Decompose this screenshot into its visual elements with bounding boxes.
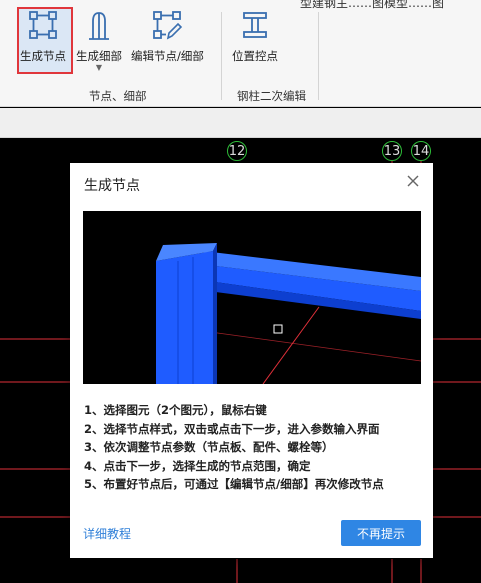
i-beam-icon bbox=[237, 8, 273, 42]
column-detail-icon bbox=[81, 8, 117, 42]
chevron-down-icon[interactable]: ▼ bbox=[96, 64, 102, 72]
edit-node-detail-button[interactable]: 编辑节点/细部 bbox=[131, 8, 204, 64]
ribbon-top-text: 型建钢主……图模型……图 bbox=[300, 0, 445, 10]
generate-detail-label: 生成细部 bbox=[76, 49, 122, 63]
dont-show-again-button[interactable]: 不再提示 bbox=[341, 520, 421, 546]
generate-node-dialog: 生成节点 1、选择图元（2个图元），鼠标右键 2、选择节点样式，双击或点击下一步… bbox=[70, 163, 433, 558]
group-label-node-detail: 节点、细部 bbox=[89, 89, 147, 103]
step-item: 4、点击下一步，选择生成的节点范围，确定 bbox=[84, 458, 311, 473]
edit-node-icon bbox=[149, 8, 185, 42]
instruction-steps: 1、选择图元（2个图元），鼠标右键 2、选择节点样式，双击或点击下一步，进入参数… bbox=[84, 401, 424, 494]
tutorial-preview-image bbox=[83, 211, 421, 384]
generate-node-label: 生成节点 bbox=[20, 49, 66, 63]
step-item: 2、选择节点样式，双击或点击下一步，进入参数输入界面 bbox=[84, 421, 380, 436]
tutorial-link[interactable]: 详细教程 bbox=[83, 525, 131, 542]
ribbon-toolbar: 型建钢主……图模型……图 生成节点 生成细部 ▼ 编辑节点/细部 位置控点 节点… bbox=[0, 0, 481, 107]
position-control-label: 位置控点 bbox=[232, 49, 278, 63]
node-grid-icon bbox=[25, 8, 61, 42]
dialog-title: 生成节点 bbox=[84, 178, 140, 194]
sub-toolbar-strip bbox=[0, 108, 481, 138]
axis-marker[interactable]: 14 bbox=[411, 141, 431, 161]
group-separator bbox=[318, 12, 319, 100]
position-control-button[interactable]: 位置控点 bbox=[232, 8, 278, 64]
step-item: 3、依次调整节点参数（节点板、配件、螺栓等） bbox=[84, 440, 334, 454]
generate-detail-button[interactable]: 生成细部 ▼ bbox=[76, 8, 122, 72]
step-item: 1、选择图元（2个图元），鼠标右键 bbox=[84, 403, 267, 417]
close-icon[interactable] bbox=[405, 173, 421, 189]
axis-marker[interactable]: 13 bbox=[382, 141, 402, 161]
generate-node-button[interactable]: 生成节点 bbox=[20, 8, 66, 64]
step-item: 5、布置好节点后，可通过【编辑节点/细部】再次修改节点 bbox=[84, 477, 384, 491]
edit-node-detail-label: 编辑节点/细部 bbox=[131, 49, 204, 63]
group-label-column-edit: 钢柱二次编辑 bbox=[237, 89, 306, 103]
group-separator bbox=[221, 12, 222, 100]
axis-marker[interactable]: 12 bbox=[227, 141, 247, 161]
